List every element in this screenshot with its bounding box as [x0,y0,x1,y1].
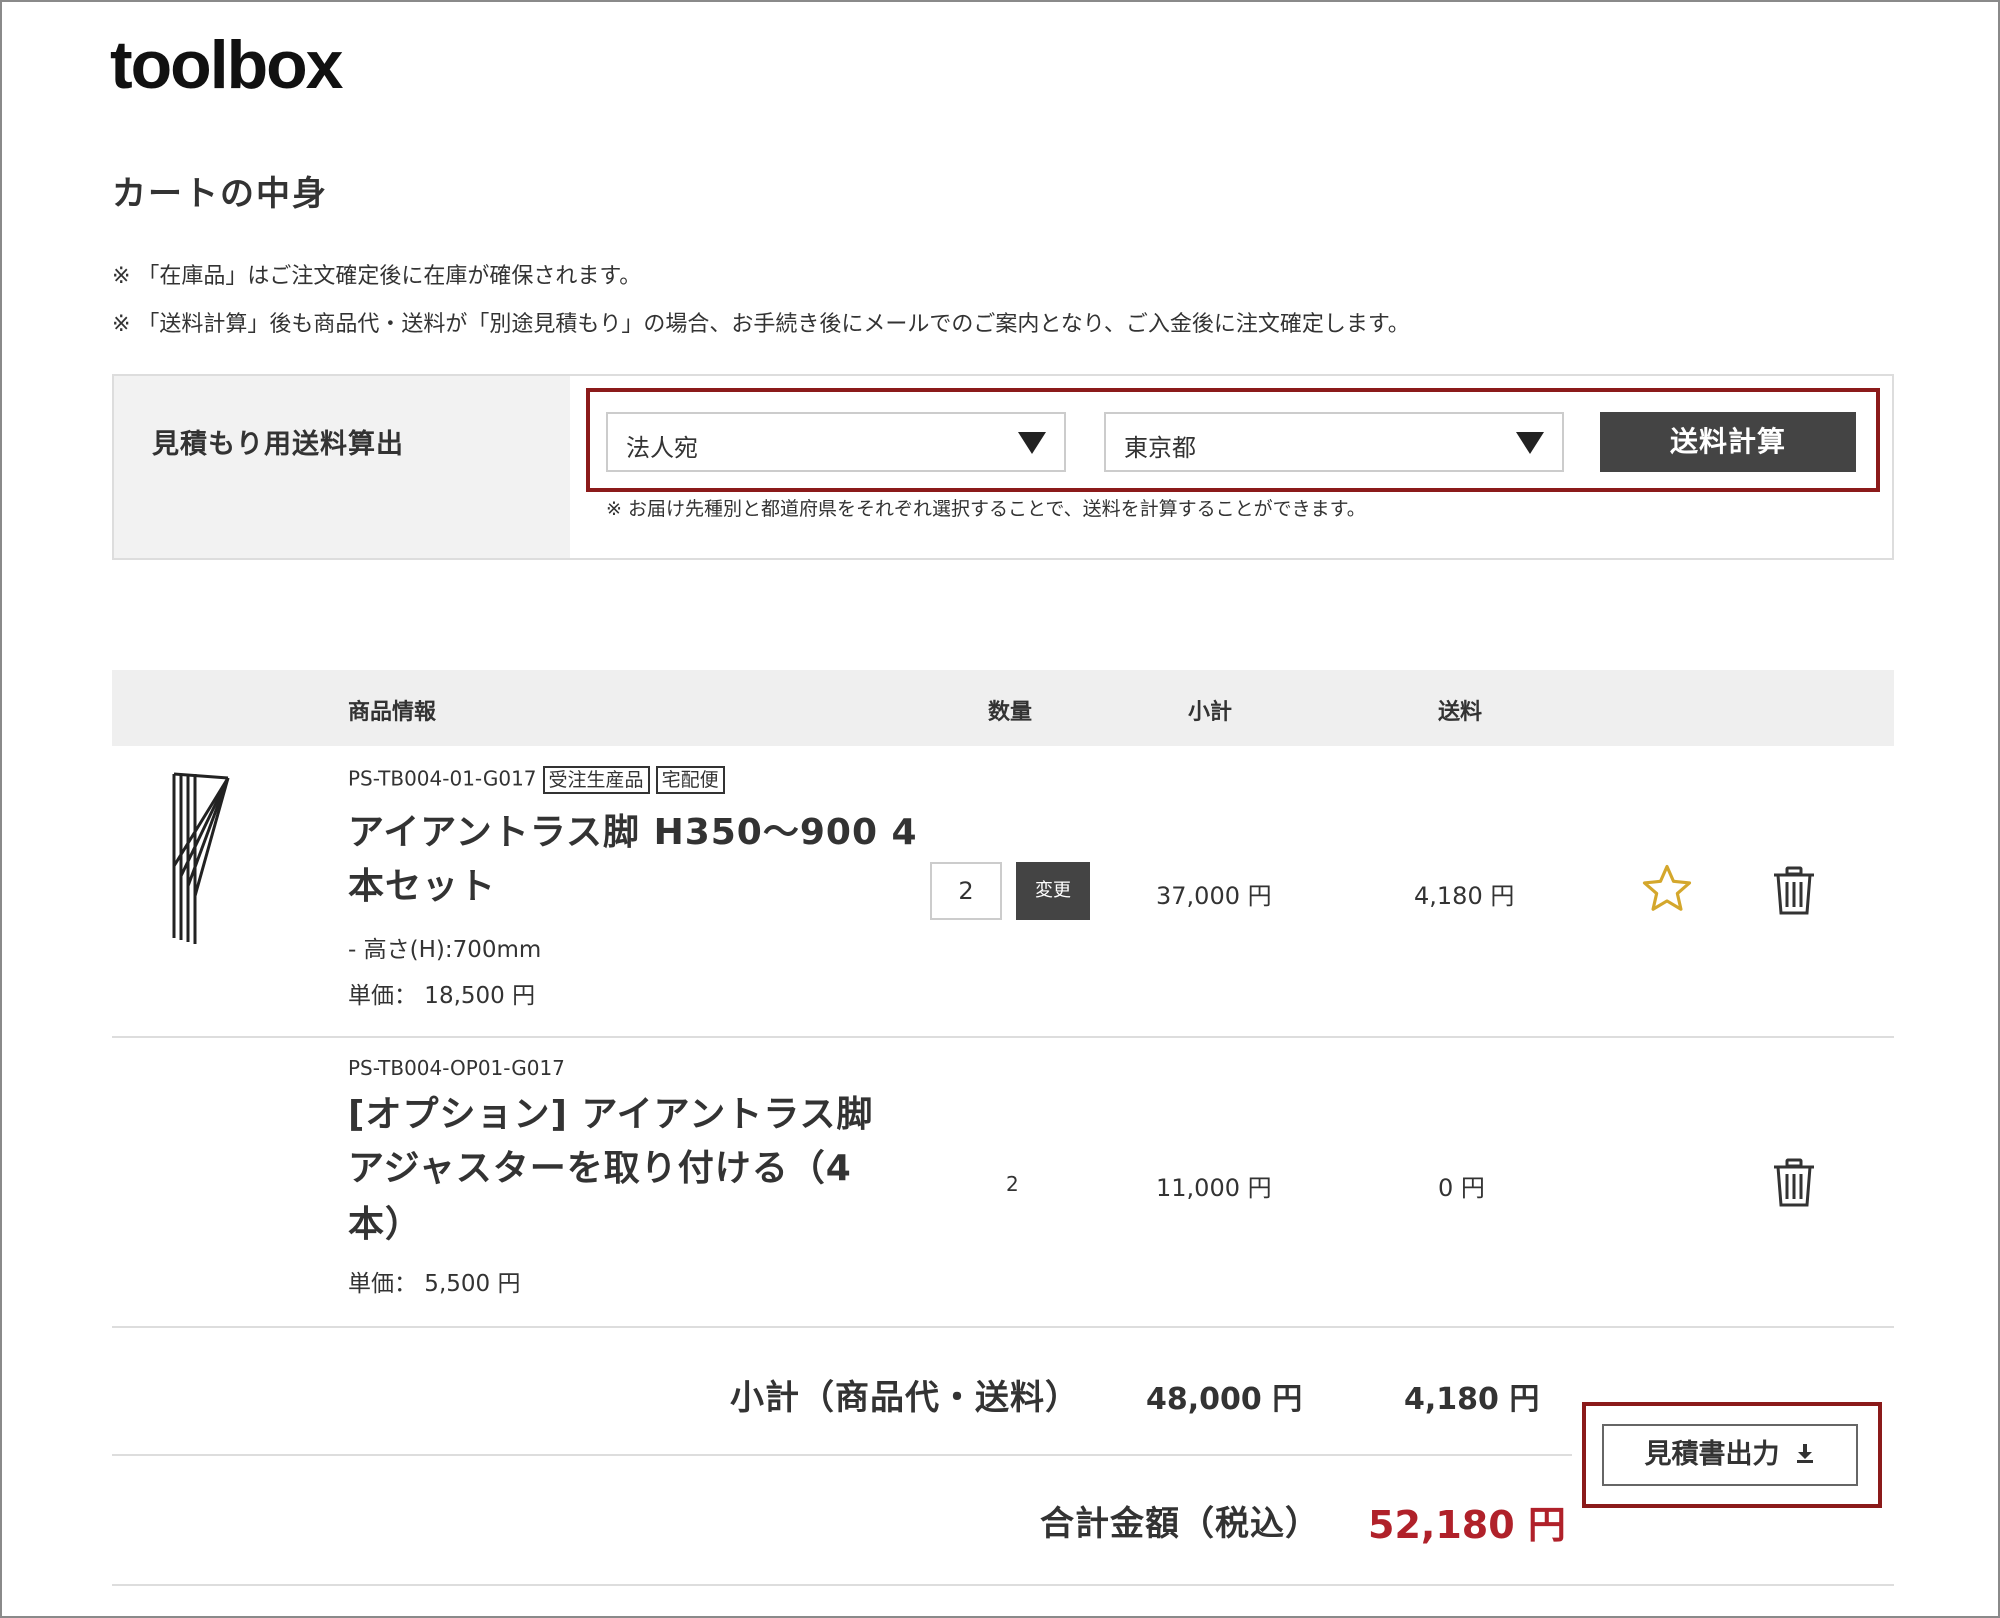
quantity-input[interactable]: 2 [930,862,1002,920]
header-qty: 数量 [988,700,1033,725]
item-subtotal: 11,000 円 [1156,1174,1272,1202]
product-thumbnail[interactable] [166,766,236,946]
tag-delivery: 宅配便 [655,766,725,794]
bottom-divider [112,1584,1894,1586]
item-sku: PS-TB004-OP01-G017 [348,1056,565,1080]
subtotal-shipping: 4,180 円 [1404,1382,1540,1417]
subtotal-label: 小計（商品代・送料） [730,1378,1080,1418]
stock-note: ※ 「在庫品」はご注文確定後に在庫が確保されます。 [112,264,642,289]
destination-type-value: 法人宛 [626,434,698,462]
toolbox-logo[interactable]: toolbox [110,26,344,104]
item-name-line1[interactable]: [オプション] アイアントラス脚 [348,1088,873,1142]
cart-table-header: 商品情報 数量 小計 送料 [112,670,1894,746]
prefecture-value: 東京都 [1124,434,1196,462]
calculate-shipping-button[interactable]: 送料計算 [1600,412,1856,472]
item-unit-price: 単価： 18,500 円 [348,983,536,1009]
item-name-line1[interactable]: アイアントラス脚 H350〜900 4 [348,806,918,860]
total-amount: 52,180 円 [1368,1503,1566,1547]
delete-item-trash-icon[interactable] [1772,1158,1816,1208]
item-subtotal: 37,000 円 [1156,882,1272,910]
item-option: - 高さ(H):700mm [348,937,542,963]
dropdown-arrow-icon [1018,432,1046,454]
total-label: 合計金額（税込） [1040,1504,1320,1544]
item-sku-row: PS-TB004-01-G017 受注生産品 宅配便 [348,766,725,794]
tag-made-to-order: 受注生産品 [542,766,650,794]
favorite-star-icon[interactable] [1640,862,1694,916]
shipping-calculator-label: 見積もり用送料算出 [152,429,404,460]
estimate-note: ※ 「送料計算」後も商品代・送料が「別途見積もり」の場合、お手続き後にメールでの… [112,312,1410,337]
item-shipping: 0 円 [1438,1174,1485,1202]
item-name-line2[interactable]: 本セット [348,860,496,914]
item-quantity: 2 [1006,1172,1019,1196]
item-sku: PS-TB004-01-G017 [348,766,537,791]
shipping-label-cell: 見積もり用送料算出 [114,376,570,558]
subtotal-goods: 48,000 円 [1146,1382,1303,1417]
page-title: カートの中身 [112,174,328,214]
item-name-line3[interactable]: 本） [348,1198,422,1252]
header-shipping: 送料 [1438,700,1483,725]
delete-item-trash-icon[interactable] [1772,866,1816,916]
dropdown-arrow-icon [1516,432,1544,454]
change-quantity-button[interactable]: 変更 [1016,862,1090,920]
destination-type-select[interactable]: 法人宛 [606,412,1066,472]
prefecture-select[interactable]: 東京都 [1104,412,1564,472]
download-icon [1794,1427,1816,1485]
item-unit-price: 単価： 5,500 円 [348,1271,521,1297]
summary-divider [112,1454,1572,1456]
header-subtotal: 小計 [1188,700,1233,725]
row-divider [112,1326,1894,1328]
item-name-line2[interactable]: アジャスターを取り付ける（4 [348,1142,852,1196]
quote-export-label: 見積書出力 [1644,1439,1780,1470]
item-shipping: 4,180 円 [1414,882,1515,910]
truss-leg-image [172,772,230,944]
shipping-note: ※ お届け先種別と都道府県をそれぞれ選択することで、送料を計算することができます… [606,498,1366,520]
row-divider [112,1036,1894,1038]
quote-export-button[interactable]: 見積書出力 [1602,1424,1858,1486]
header-product: 商品情報 [348,700,437,725]
